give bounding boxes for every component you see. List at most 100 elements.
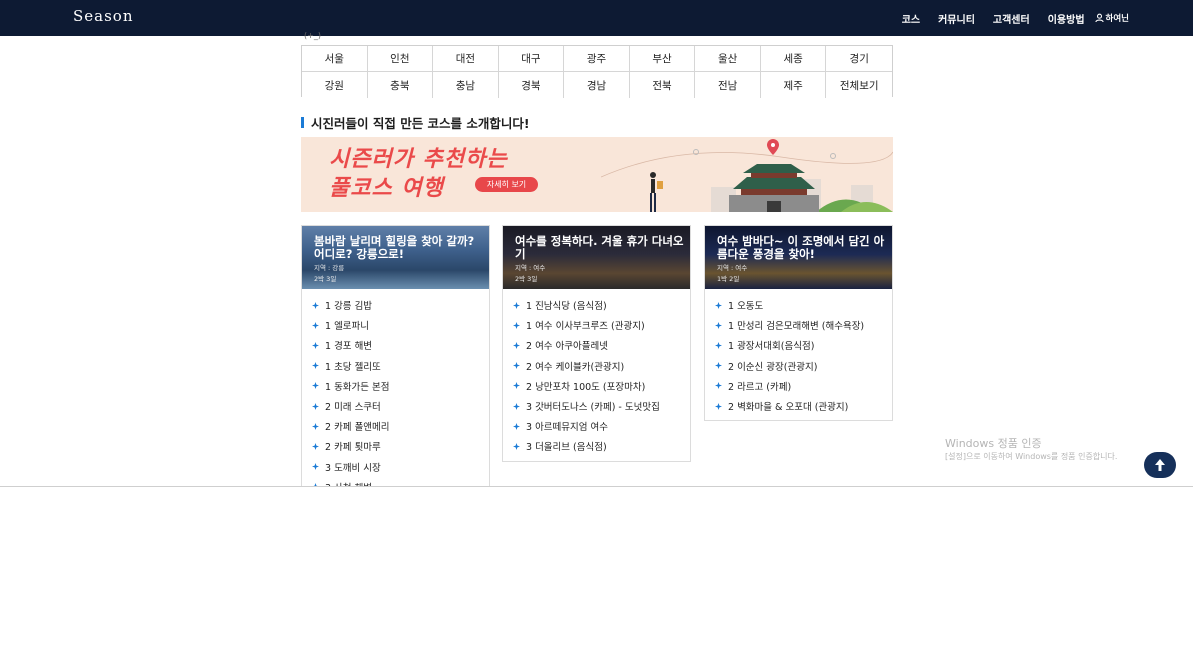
region-cell[interactable]: 전북 (629, 72, 696, 98)
region-cell[interactable]: 경기 (826, 46, 892, 72)
recommend-banner[interactable]: 시즌러가 추천하는 풀코스 여행 자세히 보기 (301, 137, 893, 212)
region-cell[interactable]: 충남 (433, 72, 499, 98)
list-item: 1 만성리 검은모래해변 (해수욕장) (715, 315, 892, 335)
region-cell[interactable]: 제주 (760, 72, 827, 98)
star-bullet-icon (312, 422, 319, 430)
card-title: 여수를 정복하다. 겨울 휴가 다녀오기 (515, 234, 684, 261)
main-nav: 코스 커뮤니티 고객센터 이용방법 하여닌 (884, 0, 1129, 36)
list-item: 1 강릉 김밥 (312, 295, 489, 315)
list-item: 1 오동도 (715, 295, 892, 315)
card-title: 봄바람 날리며 힐링을 찾아 갈까? 어디로? 강릉으로! (314, 234, 475, 261)
star-bullet-icon (312, 341, 319, 349)
card-meta: 지역 : 강릉 2박 3일 (314, 263, 344, 285)
region-cell[interactable]: 충북 (367, 72, 434, 98)
star-bullet-icon (715, 341, 722, 349)
card-title: 여수 밤바다~ 이 조명에서 담긴 아름다운 풍경을 찾아! (717, 234, 885, 261)
stop-label: 1 만성리 검은모래해변 (해수욕장) (728, 321, 865, 333)
region-cell[interactable]: 대전 (433, 46, 499, 72)
star-bullet-icon (312, 362, 319, 370)
list-item: 2 라르고 (카페) (715, 376, 892, 396)
course-stop-list: 1 오동도 1 만성리 검은모래해변 (해수욕장) 1 광장서대회(음식점) 2 이순… (705, 289, 892, 420)
stop-label: 1 광장서대회(음식점) (728, 341, 815, 353)
site-logo[interactable]: Season (73, 7, 134, 25)
card-header-image: 봄바람 날리며 힐링을 찾아 갈까? 어디로? 강릉으로! 지역 : 강릉 2박… (302, 226, 489, 289)
list-item: 2 카페 툇마루 (312, 436, 489, 456)
stop-label: 3 도깨비 시장 (325, 462, 381, 474)
stop-label: 1 초당 젤리또 (325, 361, 381, 373)
star-bullet-icon (715, 402, 722, 410)
star-bullet-icon (312, 382, 319, 390)
star-bullet-icon (513, 422, 520, 430)
star-bullet-icon (715, 301, 722, 309)
star-bullet-icon (312, 402, 319, 410)
region-cell[interactable]: 울산 (695, 46, 761, 72)
list-item: 1 광장서대회(음식점) (715, 335, 892, 355)
top-navbar: Season 코스 커뮤니티 고객센터 이용방법 하여닌 (0, 0, 1193, 36)
course-card[interactable]: 여수를 정복하다. 겨울 휴가 다녀오기 지역 : 여수 2박 3일 1 진남식… (502, 225, 691, 462)
region-cell[interactable]: 대구 (498, 46, 565, 72)
star-bullet-icon (715, 362, 722, 370)
stop-label: 3 아르떼뮤지엄 여수 (526, 422, 609, 434)
list-item: 2 여수 아쿠아플레넷 (513, 335, 690, 355)
list-item: 3 더올리브 (음식점) (513, 436, 690, 456)
star-bullet-icon (715, 321, 722, 329)
region-cell[interactable]: 인천 (367, 46, 434, 72)
region-cell[interactable]: 서울 (302, 46, 368, 72)
section-title: 시진러들이 직접 만든 코스를 소개합니다! (311, 115, 530, 131)
scroll-top-button[interactable] (1144, 452, 1176, 478)
list-item: 2 벽화마을 & 오포대 (관광지) (715, 396, 892, 416)
card-region: 지역 : 여수 (515, 264, 546, 272)
list-item: 2 미래 스쿠터 (312, 396, 489, 416)
region-cell[interactable]: 경북 (498, 72, 565, 98)
nav-course[interactable]: 코스 (902, 11, 920, 26)
banner-detail-button[interactable]: 자세히 보기 (475, 177, 538, 192)
list-item: 2 카페 폴앤메리 (312, 416, 489, 436)
section-heading: 시진러들이 직접 만든 코스를 소개합니다! (301, 114, 530, 131)
card-region: 지역 : 강릉 (314, 264, 345, 272)
region-cell[interactable]: 경남 (564, 72, 630, 98)
list-item: 3 도깨비 시장 (312, 457, 489, 477)
stop-label: 2 라르고 (카페) (728, 381, 792, 393)
stop-label: 2 여수 아쿠아플레넷 (526, 341, 609, 353)
user-name: 하여닌 (1105, 14, 1129, 24)
course-stop-list: 1 강릉 김밥 1 엘로파니 1 경포 해변 1 초당 젤리또 1 동화가든 본점 2 미… (302, 289, 489, 501)
star-bullet-icon (513, 442, 520, 450)
region-cell[interactable]: 부산 (629, 46, 696, 72)
region-cell[interactable]: 강원 (302, 72, 368, 98)
star-bullet-icon (513, 362, 520, 370)
stop-label: 2 미래 스쿠터 (325, 402, 381, 414)
stop-label: 1 경포 해변 (325, 341, 373, 353)
watermark-title: Windows 정품 인증 (945, 437, 1042, 450)
course-card[interactable]: 봄바람 날리며 힐링을 찾아 갈까? 어디로? 강릉으로! 지역 : 강릉 2박… (301, 225, 490, 502)
arrow-up-icon (1155, 459, 1165, 471)
star-bullet-icon (312, 442, 319, 450)
stop-label: 1 오동도 (728, 301, 764, 313)
stop-label: 1 강릉 김밥 (325, 301, 373, 313)
card-header-image: 여수를 정복하다. 겨울 휴가 다녀오기 지역 : 여수 2박 3일 (503, 226, 690, 289)
course-card[interactable]: 여수 밤바다~ 이 조명에서 담긴 아름다운 풍경을 찾아! 지역 : 여수 1… (704, 225, 893, 422)
star-bullet-icon (513, 321, 520, 329)
stop-label: 2 카페 툇마루 (325, 442, 381, 454)
stop-label: 3 더올리브 (음식점) (526, 442, 607, 454)
region-cell[interactable]: 전체보기 (826, 72, 892, 98)
card-duration: 2박 3일 (515, 275, 538, 283)
stop-label: 2 벽화마을 & 오포대 (관광지) (728, 402, 849, 414)
stop-label: 1 엘로파니 (325, 321, 370, 333)
list-item: 1 경포 해변 (312, 335, 489, 355)
region-cell[interactable]: 세종 (760, 46, 827, 72)
region-grid: 서울 인천 대전 대구 광주 부산 울산 세종 경기강원 충북 충남 경북 경남 전북 전남 제주 전체보기 (301, 45, 893, 98)
star-bullet-icon (312, 301, 319, 309)
list-item: 3 갓버터도나스 (카페) - 도넛맛집 (513, 396, 690, 416)
region-cell[interactable]: 광주 (564, 46, 630, 72)
nav-how-to-use[interactable]: 이용방법 (1048, 11, 1085, 26)
nav-user[interactable]: 하여닌 (1094, 12, 1129, 24)
blank-area (0, 487, 1193, 648)
star-bullet-icon (513, 402, 520, 410)
list-item: 1 엘로파니 (312, 315, 489, 335)
region-cell[interactable]: 전남 (695, 72, 761, 98)
list-item: 2 이순신 광장(관광지) (715, 356, 892, 376)
nav-community[interactable]: 커뮤니티 (938, 11, 975, 26)
nav-customer-center[interactable]: 고객센터 (993, 11, 1030, 26)
stop-label: 3 갓버터도나스 (카페) - 도넛맛집 (526, 402, 660, 414)
card-duration: 1박 2일 (717, 275, 740, 283)
